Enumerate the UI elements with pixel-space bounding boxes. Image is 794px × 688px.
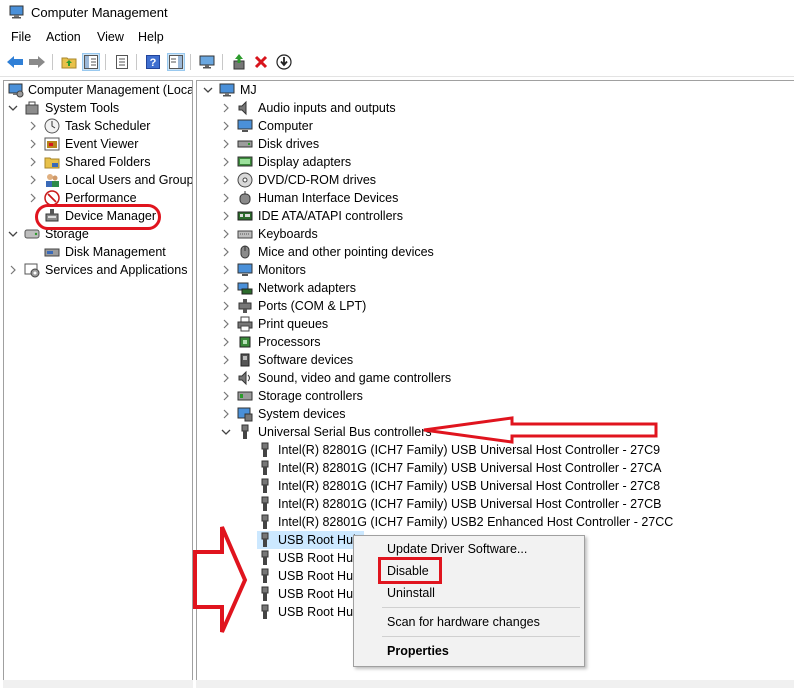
disable-highlight-annotation xyxy=(378,557,442,584)
right-scrollbar[interactable] xyxy=(196,680,794,688)
scan-hardware-menu-item[interactable]: Scan for hardware changes xyxy=(387,615,540,629)
properties-menu-item[interactable]: Properties xyxy=(387,644,449,658)
menu-divider xyxy=(382,636,580,637)
left-scrollbar[interactable] xyxy=(3,680,193,688)
menu-divider xyxy=(382,607,580,608)
arrow-to-usb-root-hub-annotation xyxy=(193,526,248,633)
update-driver-menu-item[interactable]: Update Driver Software... xyxy=(387,542,527,556)
uninstall-menu-item[interactable]: Uninstall xyxy=(387,586,435,600)
arrow-to-usb-controllers-annotation xyxy=(423,416,658,444)
context-menu: Update Driver Software... Disable Uninst… xyxy=(353,535,585,667)
